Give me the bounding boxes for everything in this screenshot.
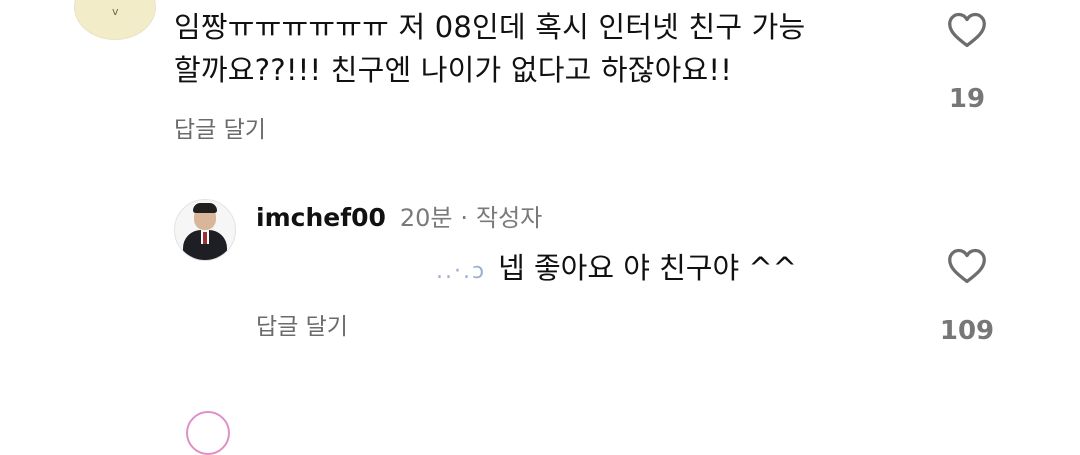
like-group: 19: [927, 10, 1007, 114]
like-count: 109: [939, 316, 995, 346]
reply-header: imchef00 20분 · 작성자: [256, 198, 542, 233]
separator-dot: ·: [460, 204, 469, 232]
next-commenter-avatar[interactable]: [186, 411, 230, 455]
author-badge: 작성자: [475, 204, 543, 232]
like-count: 19: [948, 84, 986, 114]
replier-avatar[interactable]: [174, 199, 236, 261]
reply-username[interactable]: imchef00: [256, 203, 386, 232]
reply-message: 넵 좋아요 야 친구야 ^^: [498, 251, 797, 285]
comment-text-line: 임짱ㅠㅠㅠㅠㅠㅠ 저 08인데 혹시 인터넷 친구 가능: [174, 10, 806, 44]
reply-button[interactable]: 답글 달기: [174, 110, 266, 144]
reply-timestamp: 20분: [399, 204, 453, 232]
avatar-mouth: v: [112, 5, 119, 18]
comment-text: 임짱ㅠㅠㅠㅠㅠㅠ 저 08인데 혹시 인터넷 친구 가능 할까요??!!! 친구…: [174, 6, 914, 92]
reply-mention[interactable]: ..·.ɔ: [436, 259, 486, 284]
reply-text: ..·.ɔ 넵 좋아요 야 친구야 ^^: [256, 245, 797, 287]
heart-icon[interactable]: [946, 10, 988, 48]
commenter-avatar[interactable]: v: [74, 0, 156, 40]
avatar-tie: [203, 232, 207, 244]
comment-text-line: 할까요??!!! 친구엔 나이가 없다고 하잖아요!!: [174, 53, 733, 87]
reply-button[interactable]: 답글 달기: [256, 307, 348, 341]
like-group: 109: [913, 246, 1021, 346]
avatar-hair: [193, 203, 217, 213]
heart-icon[interactable]: [946, 246, 988, 284]
